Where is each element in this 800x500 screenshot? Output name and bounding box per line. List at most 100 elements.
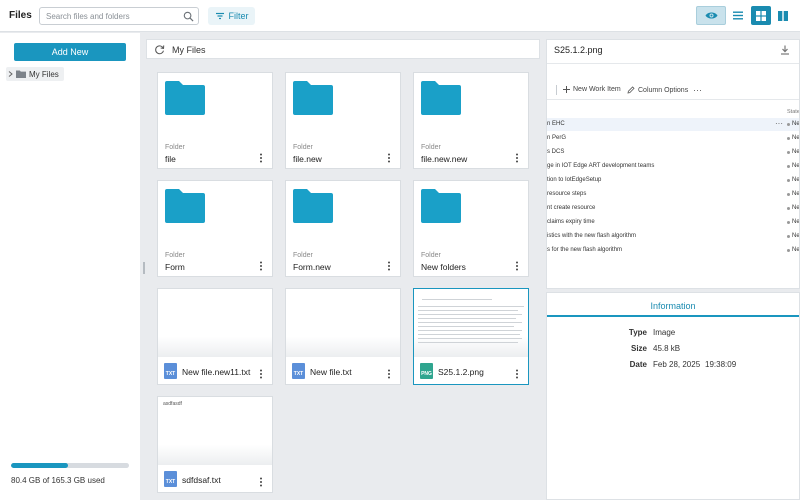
information-tab[interactable]: Information [547,293,799,317]
search-input[interactable] [46,10,181,22]
status-dot-icon [787,179,790,182]
folder-card[interactable]: Folder file [157,72,273,169]
preview-row-state: New [792,205,800,211]
info-size-value: 45.8 kB [653,344,681,353]
status-dot-icon [787,249,790,252]
preview-row: s DCS New [547,146,800,159]
preview-panel: S25.1.2.png New Work Item Column Options… [546,39,800,289]
file-card[interactable]: TXT New file.new11.txt [157,288,273,385]
search-box[interactable] [39,7,199,25]
folder-card[interactable]: Folder Form [157,180,273,277]
more-vertical-icon[interactable] [387,261,391,271]
card-name: file [165,154,176,164]
status-dot-icon [787,221,790,224]
more-vertical-icon[interactable] [515,261,519,271]
folder-card[interactable]: Folder file.new [285,72,401,169]
chevron-right-icon[interactable] [8,71,13,77]
status-dot-icon [787,193,790,196]
add-new-button[interactable]: Add New [14,43,126,61]
more-vertical-icon[interactable] [259,261,263,271]
status-dot-icon [787,137,790,140]
more-vertical-icon[interactable] [259,369,263,379]
new-work-item-text: New Work Item [573,86,621,93]
column-options-text: Column Options [638,86,689,94]
grid-view-button[interactable] [751,6,771,25]
card-name: New file.txt [310,367,352,377]
breadcrumb: My Files [146,39,540,59]
filter-label: Filter [228,11,249,21]
more-vertical-icon[interactable] [259,477,263,487]
column-options-label: Column Options [627,86,688,94]
preview-row-text: istics with the new flash algorithm [547,233,637,239]
folder-icon [16,70,26,78]
pencil-icon [627,86,635,94]
preview-row-text: n EHC [547,121,565,127]
preview-row: nt create resource New [547,202,800,215]
more-vertical-icon[interactable] [515,153,519,163]
toolbar-divider [556,85,557,95]
preview-row-text: nt create resource [547,205,596,211]
file-thumbnail [286,289,400,357]
preview-row-text: n PerG [547,135,567,141]
search-icon[interactable] [183,11,194,22]
split-view-button[interactable] [773,6,793,25]
grid-icon [756,10,766,21]
folder-card[interactable]: Folder file.new.new [413,72,529,169]
png-file-icon: PNG [420,363,433,379]
image-thumbnail [414,289,528,357]
preview-row: n EHC ··· New [547,118,800,131]
file-card-selected[interactable]: PNG S25.1.2.png [413,288,529,385]
filter-button[interactable]: Filter [208,7,255,25]
more-vertical-icon[interactable] [259,153,263,163]
preview-row-state: New [792,135,800,141]
new-work-item-label: New Work Item [563,86,621,93]
status-dot-icon [787,235,790,238]
more-vertical-icon[interactable] [387,369,391,379]
status-dot-icon [787,123,790,126]
screenshot-thumbnail [416,293,526,353]
preview-row: istics with the new flash algorithm New [547,230,799,243]
preview-title: S25.1.2.png [554,45,603,55]
refresh-icon[interactable] [154,44,165,55]
folder-icon [293,189,333,223]
more-horizontal-icon: ⋯ [693,85,702,95]
preview-row-text: resource steps [547,191,587,197]
more-horizontal-icon: ··· [775,119,783,128]
preview-row-text: claims expiry time [547,219,595,225]
thumbnail-text: asdfasdf [163,401,182,407]
folder-card[interactable]: Folder New folders [413,180,529,277]
preview-row-text: s DCS [547,149,565,155]
card-name: S25.1.2.png [438,367,484,377]
card-name: Form.new [293,262,331,272]
panel-splitter-handle[interactable] [143,262,145,274]
folder-card[interactable]: Folder Form.new [285,180,401,277]
info-date-value: Feb 28, 2025 [653,360,701,369]
top-bar: Files Filter [0,0,800,32]
more-vertical-icon[interactable] [387,153,391,163]
status-dot-icon [787,207,790,210]
preview-row: n PerG New [547,132,800,145]
list-view-button[interactable] [728,6,748,25]
information-title: Information [650,301,696,311]
preview-row: claims expiry time New [547,216,799,229]
preview-toggle-button[interactable] [696,6,726,25]
file-card[interactable]: TXT New file.txt [285,288,401,385]
preview-row-state: New [792,247,800,253]
preview-row-state: New [792,149,800,155]
preview-row-state: New [792,191,800,197]
split-icon [778,10,788,21]
txt-file-icon: TXT [164,363,177,379]
download-icon[interactable] [780,45,790,55]
info-size-label: Size [630,344,647,353]
filter-icon [215,12,224,20]
card-type: Folder [421,144,441,151]
tree-item-my-files[interactable]: My Files [6,67,64,81]
preview-row: tion to IotEdgeSetup New [547,174,799,187]
more-vertical-icon[interactable] [515,369,519,379]
file-card[interactable]: asdfasdf TXT sdfdsaf.txt [157,396,273,493]
card-type: Folder [165,252,185,259]
folder-icon [421,81,461,115]
storage-usage-fill [11,463,69,468]
tree-item-label: My Files [29,69,59,79]
preview-row-state: New [792,121,800,127]
